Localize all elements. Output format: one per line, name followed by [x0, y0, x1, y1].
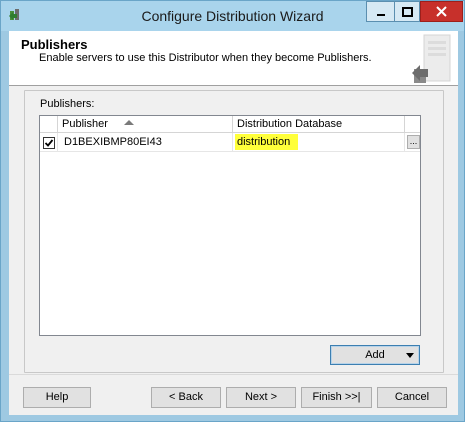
- column-header-distribution-database[interactable]: Distribution Database: [233, 116, 405, 133]
- help-button[interactable]: Help: [23, 387, 91, 408]
- finish-button[interactable]: Finish >>|: [301, 387, 372, 408]
- close-icon: [436, 6, 447, 17]
- back-button[interactable]: < Back: [151, 387, 221, 408]
- minimize-button[interactable]: [366, 1, 394, 22]
- column-header-publisher-label: Publisher: [62, 118, 108, 130]
- row-browse-cell: ...: [405, 133, 420, 152]
- column-header-database-label: Distribution Database: [237, 118, 343, 130]
- cancel-button[interactable]: Cancel: [377, 387, 447, 408]
- next-button[interactable]: Next >: [226, 387, 296, 408]
- page-title: Publishers: [21, 37, 88, 52]
- publishers-grid[interactable]: Publisher Distribution Database D1BEXIBM…: [39, 115, 421, 336]
- publisher-name-cell[interactable]: D1BEXIBMP80EI43: [58, 133, 233, 152]
- page-header: Publishers Enable servers to use this Di…: [9, 31, 458, 86]
- add-publisher-button[interactable]: Add: [330, 345, 420, 365]
- distribution-database-value[interactable]: distribution: [235, 134, 299, 150]
- title-bar[interactable]: Configure Distribution Wizard: [1, 1, 464, 31]
- column-header-extra: [405, 116, 420, 133]
- close-button[interactable]: [420, 1, 463, 22]
- wizard-footer: Help < Back Next > Finish >>| Cancel: [9, 374, 458, 415]
- browse-ellipsis-button[interactable]: ...: [407, 135, 420, 149]
- column-header-publisher[interactable]: Publisher: [58, 116, 233, 133]
- publishers-label: Publishers:: [40, 98, 95, 110]
- distribution-database-cell[interactable]: distribution: [233, 133, 405, 152]
- dropdown-arrow-icon: [406, 353, 414, 358]
- grid-header: Publisher Distribution Database: [40, 116, 420, 133]
- maximize-icon: [401, 6, 413, 17]
- column-header-check[interactable]: [40, 116, 58, 133]
- wizard-client-area: Publishers Enable servers to use this Di…: [9, 31, 458, 415]
- maximize-button[interactable]: [394, 1, 420, 22]
- row-check-cell[interactable]: [40, 133, 58, 152]
- checkmark-icon: [44, 139, 54, 147]
- table-row[interactable]: D1BEXIBMP80EI43 distribution ...: [40, 133, 420, 152]
- wizard-window: Configure Distribution Wizard Publishers…: [0, 0, 465, 422]
- page-subtitle: Enable servers to use this Distributor w…: [39, 52, 372, 64]
- sort-ascending-icon: [124, 120, 134, 125]
- publisher-enable-checkbox[interactable]: [43, 137, 55, 149]
- minimize-icon: [376, 13, 385, 16]
- server-graphic-icon: [412, 34, 451, 83]
